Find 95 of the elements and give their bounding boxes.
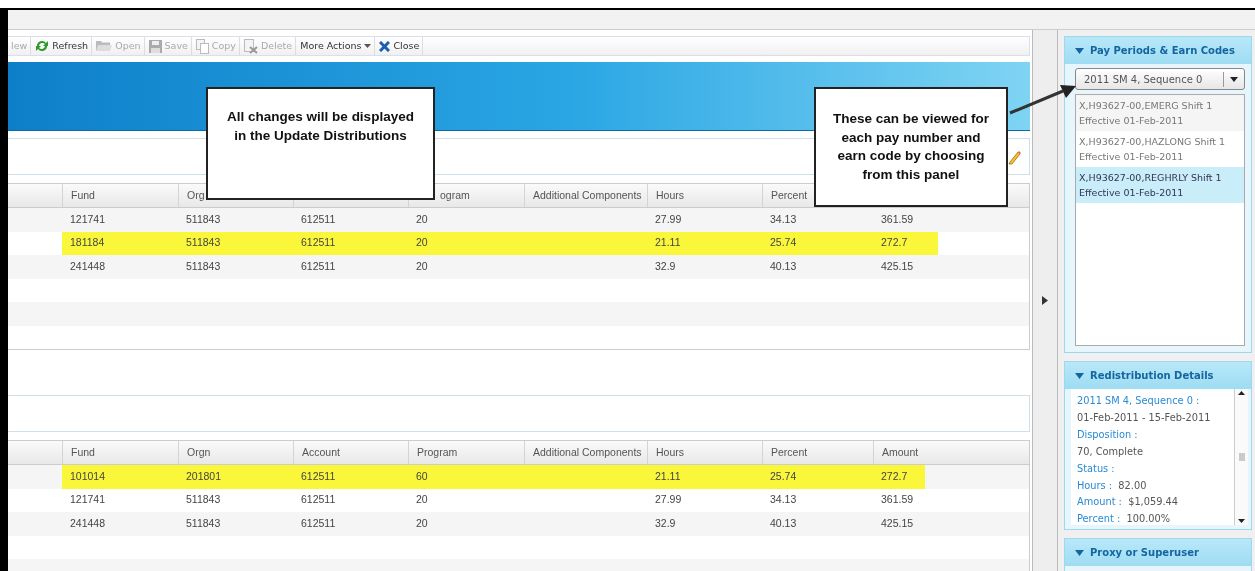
table-cell-text: 181184 [69,235,106,251]
more-actions-menu[interactable]: More Actions [297,37,376,55]
splitter-handle[interactable] [1032,30,1058,571]
table-cell-text: 20 [415,515,429,531]
table-cell-text: 60 [415,468,429,484]
delete-icon [243,38,258,54]
table-cell-text: 121741 [69,492,107,508]
table-cell-text: 21.11 [654,468,682,484]
column-header[interactable]: Percent [771,187,808,204]
table-cell-text: 361.59 [880,492,915,508]
table-cell-text: 121741 [69,211,107,227]
detail-value: 01-Feb-2011 - 15-Feb-2011 [1077,410,1212,425]
scrollbar[interactable] [1234,389,1248,525]
table-cell-text: 32.9 [654,258,677,274]
column-header[interactable]: Additional Components [533,187,642,204]
table-cell-text: 361.59 [880,211,915,227]
panel-header[interactable]: Proxy or Superuser [1065,539,1251,566]
scroll-up-icon[interactable] [1238,391,1245,395]
detail-label: Disposition : [1077,427,1139,442]
table-cell-text: 27.99 [654,211,683,227]
table-cell-text: 34.13 [769,211,798,227]
caret-icon [364,44,372,48]
table-cell-text: 40.13 [769,258,798,274]
table-cell-text: 201801 [185,468,223,484]
refresh-icon [35,39,50,53]
list-item[interactable]: X,H93627-00,HAZLONG Shift 1 Effective 01-Feb-2011 [1076,131,1244,167]
table-cell-text: 101014 [69,468,107,484]
list-item[interactable]: X,H93627-00,EMERG Shift 1 Effective 01-Feb-2011 [1076,95,1244,131]
table-cell-text: 612511 [300,492,337,508]
folder-icon [96,40,113,52]
collapse-icon [1075,372,1084,379]
table-cell-text: 511843 [185,258,222,274]
dropdown-field[interactable]: 2011 SM 4, Sequence 0 [1075,68,1245,90]
table-cell-text: 27.99 [654,492,683,508]
table-cell-text: 25.74 [769,468,798,484]
table-cell-text: 20 [415,492,429,508]
list-item[interactable]: X,H93627-00,REGHRLY Shift 1 Effective 01-Feb-2011 [1076,167,1244,203]
dropdown-arrow-icon[interactable] [1230,76,1238,82]
table-cell-text: 511843 [185,515,222,531]
column-header[interactable]: Hours [656,187,684,204]
table-cell-text: 34.13 [769,492,798,508]
close-button[interactable]: Close [376,37,424,55]
save-icon [148,39,162,53]
table-cell-text: 20 [415,235,429,251]
panel-header[interactable]: Redistribution Details [1065,362,1251,389]
table-cell-text: 612511 [300,258,337,274]
detail-label: Status : [1077,461,1116,476]
table-cell-text: 241448 [69,515,107,531]
column-header[interactable]: ogram [440,187,470,204]
table-cell-text: 21.11 [654,235,682,251]
column-header[interactable]: Percent [771,444,808,461]
column-header[interactable]: Account [302,444,340,461]
table-cell-text: 425.15 [880,258,915,274]
table-cell-text: 40.13 [769,515,798,531]
column-header[interactable]: Additional Components [533,444,642,461]
pencil-icon[interactable] [1007,148,1021,165]
table-cell-text: 612511 [300,235,337,251]
table-cell-text: 612511 [300,211,337,227]
collapse-icon [1075,47,1084,54]
callout-text: All changes will be displayed in the Update Distributions [226,108,415,145]
close-icon [379,40,391,52]
detail-label: 2011 SM 4, Sequence 0 : [1077,394,1201,408]
column-header[interactable]: Program [417,444,458,461]
arrow [1009,85,1076,115]
table-cell-text: 32.9 [654,515,677,531]
table-cell-text: 511843 [185,235,222,251]
callout-text: These can be viewed for each pay number and earn code by choosing from this panel [831,110,991,184]
table-cell-text: 25.74 [769,235,798,251]
column-header[interactable]: Orgn [187,444,211,461]
expand-arrow-icon[interactable] [1042,296,1048,305]
collapse-icon [1075,549,1084,556]
table-cell-text: 20 [415,258,429,274]
scroll-down-icon[interactable] [1238,519,1245,523]
copy-icon [195,38,209,54]
column-header[interactable]: Org [187,187,205,204]
column-header[interactable]: Hours [656,444,684,461]
grip-icon[interactable] [1238,453,1245,461]
detail-line: Hours : 82.00 [1077,478,1148,493]
detail-line: Amount : $1,059.44 [1077,495,1180,510]
table-cell-text: 272.7 [880,235,909,251]
refresh-button[interactable]: Refresh [32,37,93,55]
detail-line: Percent : 100.00% [1077,512,1172,525]
column-header[interactable]: Fund [71,444,95,461]
table-cell-text: 612511 [300,515,337,531]
detail-value: 70, Complete [1077,444,1144,459]
table-cell-text: 511843 [185,211,222,227]
table-cell-text: 20 [415,211,429,227]
panel-header[interactable]: Pay Periods & Earn Codes [1065,37,1251,64]
table-cell-text: 612511 [300,468,337,484]
column-header[interactable]: Amount [882,444,919,461]
table-cell-text: 511843 [185,492,222,508]
table-cell-text: 241448 [69,258,107,274]
table-cell-text: 272.7 [880,468,909,484]
table-cell-text: 425.15 [880,515,915,531]
column-header[interactable]: Fund [71,187,95,204]
